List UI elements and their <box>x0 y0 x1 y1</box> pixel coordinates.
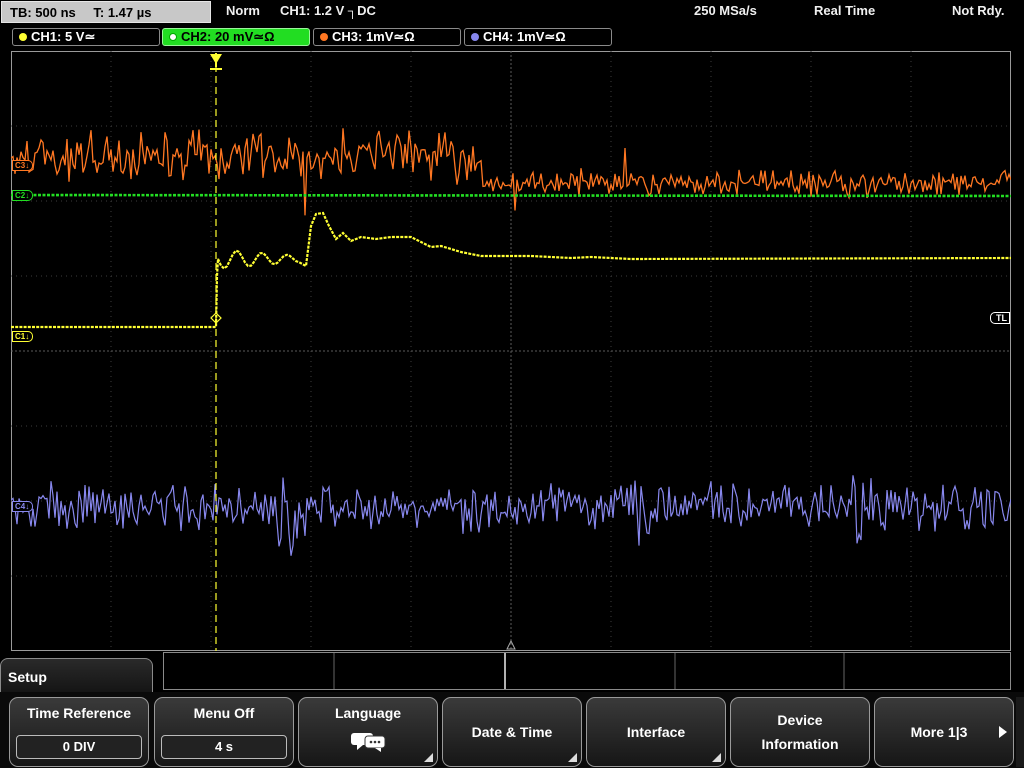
softkey-label: Interface <box>626 724 686 740</box>
zoom-overview-strip[interactable] <box>163 652 1011 690</box>
softkey-label-line2: Information <box>761 736 839 752</box>
date-time-softkey[interactable]: Date & Time <box>442 697 582 767</box>
graticule <box>11 51 1011 651</box>
channel-tab-label: CH3: 1mV≃Ω <box>332 29 415 44</box>
ch2-color-dot-icon <box>169 33 177 41</box>
trigger-level-marker[interactable]: TL <box>990 312 1010 324</box>
more-softkey[interactable]: More 1|3 <box>874 697 1014 767</box>
softkey-label: Language <box>334 705 402 721</box>
zoom-grid <box>333 653 845 689</box>
timebase-box[interactable]: TB: 500 ns T: 1.47 µs <box>1 1 211 23</box>
waveform-canvas <box>11 51 1011 651</box>
ch1-trace <box>11 211 1011 329</box>
acquisition-mode[interactable]: Real Time <box>814 3 875 18</box>
submenu-corner-icon <box>424 753 433 762</box>
language-softkey[interactable]: Language <box>298 697 438 767</box>
channel-tab-ch1[interactable]: CH1: 5 V≃ <box>12 28 160 46</box>
channel-tab-ch4[interactable]: CH4: 1mV≃Ω <box>464 28 612 46</box>
channel-tab-label: CH1: 5 V≃ <box>31 29 96 44</box>
submenu-corner-icon <box>568 753 577 762</box>
ready-state: Not Rdy. <box>952 3 1005 18</box>
trigger-time-value: T: 1.47 µs <box>93 5 152 20</box>
ch1-offset-marker[interactable]: C1↓ <box>12 331 34 342</box>
softkey-label: Date & Time <box>471 724 553 740</box>
ch3-offset-marker[interactable]: C3↓ <box>12 160 34 171</box>
interface-softkey[interactable]: Interface <box>586 697 726 767</box>
softkey-label-line1: Device <box>777 712 823 728</box>
menu-off-value: 4 s <box>161 735 287 759</box>
ch3-color-dot-icon <box>320 33 328 41</box>
speech-bubbles-icon <box>351 733 386 752</box>
menu-off-softkey[interactable]: Menu Off 4 s <box>154 697 294 767</box>
channel-tab-ch2[interactable]: CH2: 20 mV≃Ω <box>162 28 310 46</box>
ch4-color-dot-icon <box>471 33 479 41</box>
timebase-value: TB: 500 ns <box>10 5 76 20</box>
submenu-corner-icon <box>712 753 721 762</box>
device-information-softkey[interactable]: Device Information <box>730 697 870 767</box>
softkey-label: Time Reference <box>26 705 131 721</box>
ch1-color-dot-icon <box>19 33 27 41</box>
ch4-offset-marker[interactable]: C4↓ <box>12 501 34 512</box>
channel-tab-label: CH4: 1mV≃Ω <box>483 29 566 44</box>
next-page-arrow-icon <box>999 726 1007 738</box>
softkey-edge <box>1016 697 1024 767</box>
sample-rate: 250 MSa/s <box>694 3 757 18</box>
softkey-label: Menu Off <box>193 705 255 721</box>
time-reference-value: 0 DIV <box>16 735 142 759</box>
trigger-position-icon[interactable] <box>210 53 222 70</box>
softkey-label: More 1|3 <box>910 724 968 740</box>
status-bar: TB: 500 ns T: 1.47 µs Norm CH1: 1.2 V ┐D… <box>0 0 1024 26</box>
channel-tab-label: CH2: 20 mV≃Ω <box>181 29 275 44</box>
ch2-offset-marker[interactable]: C2↓ <box>12 190 34 201</box>
time-reference-softkey[interactable]: Time Reference 0 DIV <box>9 697 149 767</box>
ch2-trace <box>11 193 1011 198</box>
channel-tab-ch3[interactable]: CH3: 1mV≃Ω <box>313 28 461 46</box>
setup-menu-title: Setup <box>8 669 47 685</box>
trigger-mode[interactable]: Norm <box>226 3 260 18</box>
trigger-source[interactable]: CH1: 1.2 V ┐DC <box>280 3 376 18</box>
